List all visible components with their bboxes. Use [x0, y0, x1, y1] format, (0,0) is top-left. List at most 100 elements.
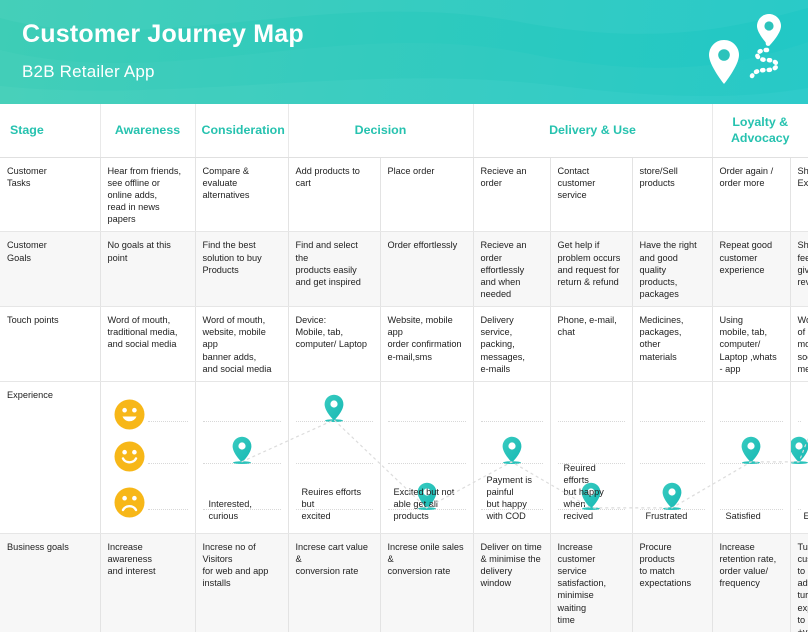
sad-face-icon — [114, 487, 145, 518]
experience-point-receive: Reuired efforts but happy when recived — [550, 381, 633, 534]
experience-guide-line — [387, 462, 466, 464]
cell-business-goals-delivery-support: Increase customer service satisfaction, … — [550, 533, 633, 632]
cell-touch-points-awareness: Word of mouth, traditional media, and so… — [100, 306, 196, 382]
row-label-customer-tasks: Customer Tasks — [0, 157, 101, 233]
experience-mood-scale — [100, 381, 196, 534]
cell-customer-goals-decision-cart: Find and select the products easily and … — [288, 231, 381, 308]
stage-header-label: Stage — [0, 104, 101, 158]
experience-caption: Reuires efforts but excited — [301, 487, 362, 521]
experience-point-awareness: Interested, curious — [195, 381, 289, 534]
cell-business-goals-decision-order: Increse onile sales & conversion rate — [380, 533, 474, 632]
cell-customer-tasks-delivery-store: store/Sell products — [632, 157, 713, 233]
row-label-experience: Experience — [0, 381, 101, 534]
cell-touch-points-loyalty-reorder: Using mobile, tab, computer/ Laptop ,wha… — [712, 306, 791, 382]
experience-map-pin[interactable] — [790, 436, 808, 464]
page-subtitle: B2B Retailer App — [22, 62, 155, 81]
banner-wave-decoration — [0, 0, 808, 104]
cell-customer-goals-loyalty-share: Share feelings, give reviews — [790, 231, 808, 308]
experience-caption: Frustrated — [645, 510, 688, 521]
experience-map-pin[interactable] — [501, 436, 523, 464]
row-label-business-goals: Business goals — [0, 533, 101, 632]
cell-touch-points-delivery-store: Medicines, packages, other materials — [632, 306, 713, 382]
row-touch-points: Touch points Word of mouth, traditional … — [0, 306, 808, 382]
cell-business-goals-awareness: Increase awareness and interest — [100, 533, 196, 632]
page-banner: Customer Journey Map B2B Retailer App — [0, 0, 808, 104]
cell-customer-goals-awareness: No goals at this point — [100, 231, 196, 308]
experience-map-pin[interactable] — [740, 436, 762, 464]
experience-guide-line — [797, 420, 801, 422]
cell-business-goals-decision-cart: Increse cart value & conversion rate — [288, 533, 381, 632]
neutral-face-icon — [114, 441, 145, 472]
happy-face-icon — [114, 399, 145, 430]
experience-caption: Payment is painful but happy with COD — [486, 475, 532, 521]
cell-business-goals-delivery-receive: Deliver on time & minimise the delivery … — [473, 533, 551, 632]
experience-point-order: Payment is painful but happy with COD — [473, 381, 551, 534]
cell-business-goals-loyalty-reorder: Increase retention rate, order value/ fr… — [712, 533, 791, 632]
cell-touch-points-decision-order: Website, mobile app order confirmation e… — [380, 306, 474, 382]
experience-guide-line — [719, 508, 783, 510]
cell-customer-goals-delivery-receive: Recieve an order effortlessly and when n… — [473, 231, 551, 308]
experience-map-pin[interactable] — [323, 394, 345, 422]
stage-awareness: Awareness — [100, 104, 196, 158]
journey-map-body: Customer Tasks Hear from friends, see of… — [0, 157, 808, 632]
cell-customer-tasks-loyalty-share: Share Experience — [790, 157, 808, 233]
experience-caption: Reuired efforts but happy when recived — [563, 463, 604, 521]
row-label-customer-goals: Customer Goals — [0, 231, 101, 308]
experience-caption: Satisfied — [725, 510, 761, 521]
stage-header-row: Stage Awareness Consideration Decision D… — [0, 104, 808, 158]
cell-touch-points-consideration: Word of mouth, website, mobile app banne… — [195, 306, 289, 382]
experience-point-consideration: Reuires efforts but excited — [288, 381, 381, 534]
experience-guide-line — [147, 420, 188, 422]
experience-map-pin[interactable] — [231, 436, 253, 464]
experience-guide-line — [147, 462, 188, 464]
cell-touch-points-delivery-receive: Delivery service, packing, messages, e-m… — [473, 306, 551, 382]
experience-point-support: Frustrated — [632, 381, 713, 534]
cell-customer-goals-loyalty-reorder: Repeat good customer experience — [712, 231, 791, 308]
cell-business-goals-loyalty-share: Turn customers to advocates, turn experi… — [790, 533, 808, 632]
journey-map-table: Stage Awareness Consideration Decision D… — [0, 104, 808, 632]
experience-point-store: Satisfied — [712, 381, 791, 534]
experience-point-cart: Excited but not able get all products — [380, 381, 474, 534]
cell-touch-points-decision-cart: Device: Mobile, tab, computer/ Laptop — [288, 306, 381, 382]
cell-customer-tasks-delivery-support: Contact customer service — [550, 157, 633, 233]
cell-customer-goals-delivery-store: Have the right and good quality products… — [632, 231, 713, 308]
cell-business-goals-consideration: Increse no of Visitors for web and app i… — [195, 533, 289, 632]
stage-consideration: Consideration — [195, 104, 289, 158]
cell-customer-tasks-delivery-receive: Recieve an order — [473, 157, 551, 233]
cell-customer-goals-consideration: Find the best solution to buy Products — [195, 231, 289, 308]
experience-guide-line — [295, 462, 373, 464]
customer-journey-map-page: Customer Journey Map B2B Retailer App St… — [0, 0, 808, 632]
experience-point-reorder: Easy — [790, 381, 808, 534]
stage-loyalty-advocacy: Loyalty & Advocacy — [712, 104, 808, 158]
experience-guide-line — [639, 420, 705, 422]
cell-customer-tasks-consideration: Compare & evaluate alternatives — [195, 157, 289, 233]
experience-guide-line — [797, 508, 801, 510]
cell-customer-tasks-loyalty-reorder: Order again / order more — [712, 157, 791, 233]
cell-touch-points-delivery-support: Phone, e-mail, chat — [550, 306, 633, 382]
map-route-pins-icon — [709, 14, 781, 84]
cell-customer-tasks-decision-cart: Add products to cart — [288, 157, 381, 233]
experience-guide-line — [557, 420, 625, 422]
experience-guide-line — [387, 420, 466, 422]
experience-map-pin[interactable] — [661, 482, 683, 510]
experience-guide-line — [202, 420, 281, 422]
cell-business-goals-delivery-store: Procure products to match expectations — [632, 533, 713, 632]
row-customer-tasks: Customer Tasks Hear from friends, see of… — [0, 157, 808, 233]
experience-guide-line — [480, 420, 543, 422]
cell-customer-tasks-awareness: Hear from friends, see offline or online… — [100, 157, 196, 233]
experience-caption: Excited but not able get all products — [393, 487, 455, 521]
cell-customer-goals-decision-order: Order effortlessly — [380, 231, 474, 308]
row-customer-goals: Customer Goals No goals at this point Fi… — [0, 231, 808, 308]
row-business-goals: Business goals Increase awareness and in… — [0, 533, 808, 632]
experience-guide-line — [719, 420, 783, 422]
page-title: Customer Journey Map — [22, 20, 304, 48]
experience-guide-line — [639, 462, 705, 464]
row-label-touch-points: Touch points — [0, 306, 101, 382]
cell-customer-tasks-decision-order: Place order — [380, 157, 474, 233]
experience-caption: Interested, curious — [208, 498, 252, 521]
cell-touch-points-loyalty-share: Word of mouth, social media — [790, 306, 808, 382]
cell-customer-goals-delivery-support: Get help if problem occurs and request f… — [550, 231, 633, 308]
stage-decision: Decision — [288, 104, 474, 158]
experience-guide-line — [147, 508, 188, 510]
row-experience: Experience Interested, curious Reuires e… — [0, 381, 808, 534]
